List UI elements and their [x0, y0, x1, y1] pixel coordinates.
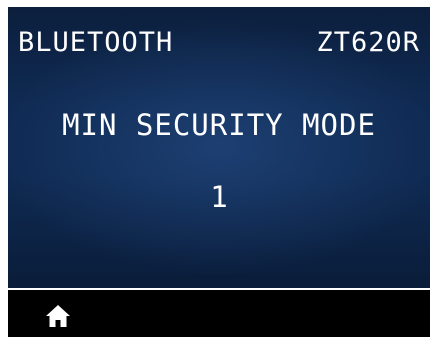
- display-screen: BLUETOOTH ZT620R MIN SECURITY MODE 1: [8, 7, 430, 288]
- footer-divider: [8, 288, 430, 290]
- menu-title: BLUETOOTH: [18, 27, 174, 58]
- home-icon: [46, 305, 70, 327]
- home-button[interactable]: [43, 301, 73, 331]
- setting-name: MIN SECURITY MODE: [62, 108, 376, 142]
- setting-value[interactable]: 1: [8, 183, 430, 212]
- printer-model: ZT620R: [316, 27, 420, 58]
- printer-display: BLUETOOTH ZT620R MIN SECURITY MODE 1: [8, 7, 430, 337]
